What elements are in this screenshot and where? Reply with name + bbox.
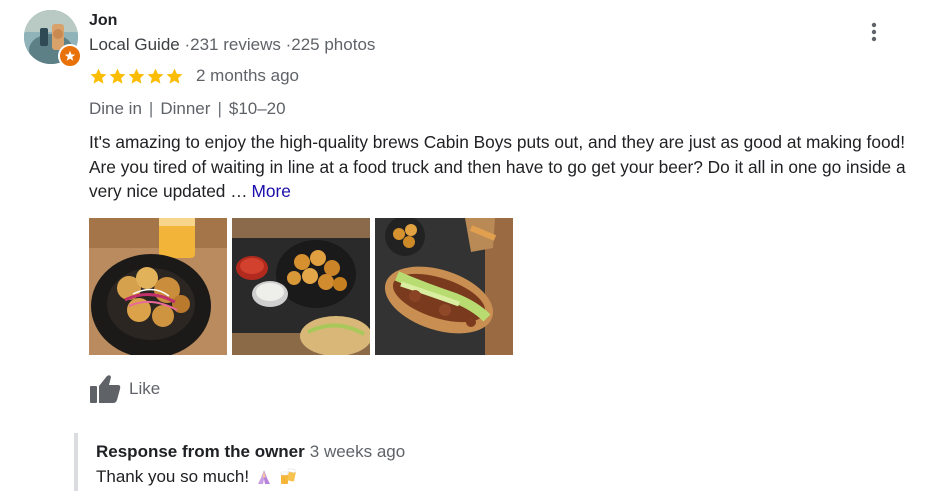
review-date: 2 months ago [196, 66, 300, 85]
star-icon [109, 68, 126, 84]
reviewer-review-count: 231 reviews [190, 35, 281, 54]
owner-response-body: Thank you so much! [96, 465, 297, 489]
star-icon [90, 68, 107, 84]
photo-wings-and-beer [89, 218, 227, 355]
review-photo-1[interactable] [89, 218, 227, 355]
star-icon [166, 68, 183, 84]
tag-separator: | [148, 99, 154, 118]
review-photos [89, 218, 513, 355]
review-tags: Dine in | Dinner | $10–20 [89, 97, 286, 121]
tag-meal: Dinner [160, 99, 211, 118]
tag-service: Dine in [89, 99, 142, 118]
star-rating [89, 67, 184, 86]
more-options-button[interactable] [862, 20, 886, 44]
review-photo-3[interactable] [375, 218, 513, 355]
like-label: Like [129, 379, 161, 398]
tag-price: $10–20 [228, 99, 286, 118]
more-vert-icon [871, 22, 877, 42]
thumbs-up-icon [90, 375, 121, 403]
reviewer-level: Local Guide [89, 35, 180, 54]
local-guide-badge-icon [58, 44, 82, 68]
photo-sandwich [375, 218, 513, 355]
like-button[interactable]: Like [89, 374, 160, 404]
reviewer-photo-count: 225 photos [291, 35, 376, 54]
beer-mugs-icon [280, 468, 296, 484]
star-icon [147, 68, 164, 84]
star-icon [128, 68, 145, 84]
owner-response-date: 3 weeks ago [309, 442, 406, 461]
review-text: It's amazing to enjoy the high-quality b… [89, 130, 919, 204]
folded-hands-icon [258, 470, 271, 484]
owner-response-text: Thank you so much! [96, 467, 250, 486]
tag-separator: | [217, 99, 222, 118]
rating-row: 2 months ago [89, 64, 299, 88]
owner-response-header: Response from the owner 3 weeks ago [96, 440, 405, 464]
owner-response-title: Response from the owner [96, 442, 305, 461]
photo-tots-and-dips [232, 218, 370, 355]
reviewer-avatar[interactable] [24, 10, 82, 68]
owner-response: Response from the owner 3 weeks ago Thank… [74, 433, 878, 491]
review-photo-2[interactable] [232, 218, 370, 355]
more-link[interactable]: More [252, 181, 291, 201]
review-body: It's amazing to enjoy the high-quality b… [89, 132, 906, 201]
reviewer-meta: Local Guide ·231 reviews ·225 photos [89, 34, 375, 56]
reviewer-name[interactable]: Jon [89, 10, 117, 32]
review-card: Jon Local Guide ·231 reviews ·225 photos… [0, 0, 937, 497]
